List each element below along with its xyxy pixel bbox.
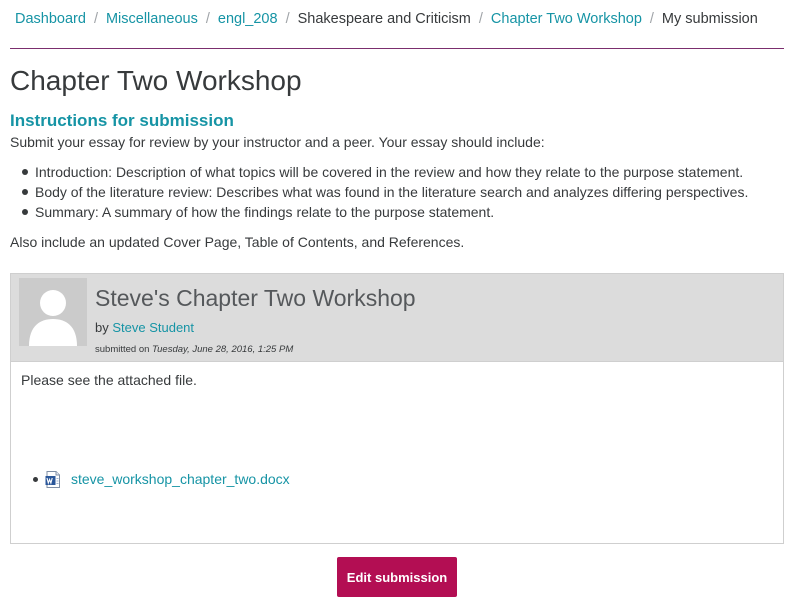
by-label: by — [95, 320, 109, 335]
submission-panel: Steve's Chapter Two Workshop by Steve St… — [10, 273, 784, 544]
header-divider — [10, 48, 784, 49]
attachment-link[interactable]: steve_workshop_chapter_two.docx — [71, 470, 290, 488]
instructions-intro: Submit your essay for review by your ins… — [10, 134, 545, 150]
page-title: Chapter Two Workshop — [10, 65, 302, 96]
breadcrumb-separator: / — [205, 11, 210, 27]
word-document-icon[interactable] — [45, 470, 61, 488]
instructions-item: Introduction: Description of what topics… — [20, 162, 748, 182]
submission-title: Steve's Chapter Two Workshop — [95, 285, 416, 311]
instructions-list: Introduction: Description of what topics… — [20, 162, 748, 222]
submitted-label: submitted on — [95, 344, 150, 355]
breadcrumb-workshop[interactable]: Chapter Two Workshop — [491, 10, 642, 28]
submission-header: Steve's Chapter Two Workshop by Steve St… — [11, 274, 783, 361]
default-user-icon — [19, 278, 87, 346]
instructions-heading: Instructions for submission — [10, 111, 234, 130]
attachment-item: steve_workshop_chapter_two.docx — [33, 470, 290, 488]
breadcrumb-separator: / — [649, 11, 654, 27]
submission-text: Please see the attached file. — [21, 372, 197, 388]
instructions-also: Also include an updated Cover Page, Tabl… — [10, 234, 465, 250]
list-bullet — [33, 476, 38, 482]
breadcrumb-current: My submission — [661, 11, 758, 27]
author-link[interactable]: Steve Student — [112, 320, 194, 335]
submission-body: Please see the attached file. steve_work… — [11, 361, 783, 543]
breadcrumb-dashboard[interactable]: Dashboard — [15, 10, 86, 28]
edit-submission-button[interactable]: Edit submission — [337, 557, 457, 597]
submitted-date: Tuesday, June 28, 2016, 1:25 PM — [152, 344, 294, 355]
breadcrumb: Dashboard / Miscellaneous / engl_208 / S… — [15, 10, 758, 28]
avatar[interactable] — [19, 278, 87, 346]
breadcrumb-separator: / — [478, 11, 483, 27]
breadcrumb-separator: / — [93, 11, 98, 27]
submission-date-line: submitted on Tuesday, June 28, 2016, 1:2… — [95, 344, 293, 356]
submission-author-line: by Steve Student — [95, 320, 194, 336]
instructions-item: Summary: A summary of how the findings r… — [20, 202, 748, 222]
breadcrumb-miscellaneous[interactable]: Miscellaneous — [106, 10, 198, 28]
breadcrumb-section: Shakespeare and Criticism — [297, 11, 471, 27]
instructions-item: Body of the literature review: Describes… — [20, 182, 748, 202]
breadcrumb-separator: / — [285, 11, 290, 27]
breadcrumb-course[interactable]: engl_208 — [218, 10, 278, 28]
